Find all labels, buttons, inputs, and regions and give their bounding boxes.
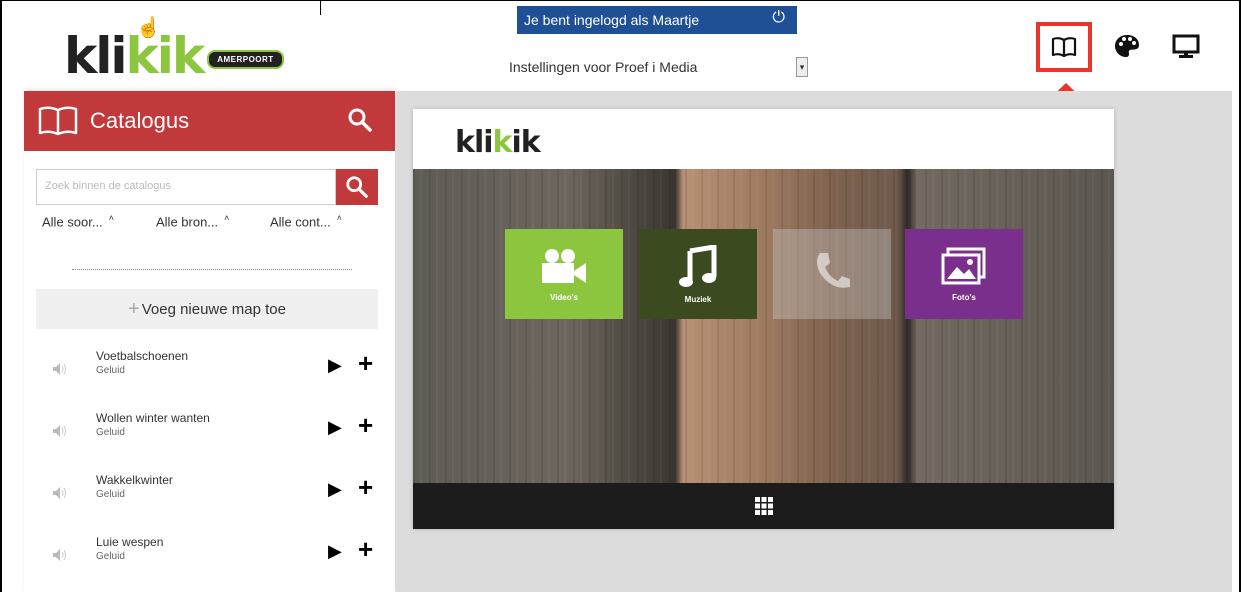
settings-row: Instellingen voor Proef i Media ▾ (509, 57, 808, 77)
add-icon[interactable]: + (358, 536, 373, 562)
play-icon[interactable]: ▶ (328, 479, 342, 500)
item-kind: Geluid (96, 427, 125, 438)
filter-source[interactable]: Alle bron... ˄ (156, 213, 229, 229)
item-name: Wakkelkwinter (96, 473, 173, 487)
bottom-bar (413, 483, 1114, 529)
music-note-icon (679, 244, 717, 287)
add-folder-button[interactable]: + Voeg nieuwe map toe (36, 289, 378, 329)
add-icon[interactable]: + (358, 474, 373, 500)
tile-videos[interactable]: Video's (505, 229, 623, 319)
login-banner: Je bent ingelogd als Maartje ⏻ (517, 6, 797, 34)
login-text: Je bent ingelogd als Maartje (524, 12, 700, 28)
item-name: Luie wespen (96, 535, 164, 549)
list-item[interactable]: Voetbalschoenen Geluid ▶ + (36, 349, 386, 399)
klikik-logo[interactable]: ☝ klikik AMERPOORT (64, 15, 284, 81)
play-icon[interactable]: ▶ (328, 541, 342, 562)
book-icon (38, 106, 78, 136)
divider (320, 1, 321, 15)
speaker-icon (52, 362, 68, 381)
tile-label: Foto's (952, 292, 976, 302)
tile-phone[interactable] (773, 229, 891, 319)
preview-area: klikik Video's Muziek Foto's (396, 91, 1232, 592)
logo-badge: AMERPOORT (207, 50, 284, 69)
catalog-sidebar: Catalogus Zoek binnen de catalogus Alle … (24, 91, 395, 592)
logout-power-icon[interactable]: ⏻ (772, 9, 785, 27)
filter-content[interactable]: Alle cont... ˄ (270, 213, 342, 229)
speaker-icon (52, 548, 68, 567)
speaker-icon (52, 424, 68, 443)
add-icon[interactable]: + (358, 412, 373, 438)
catalog-search-button[interactable] (336, 169, 378, 205)
device-preview: klikik Video's Muziek Foto's (413, 109, 1114, 529)
settings-label: Instellingen voor (509, 59, 611, 75)
pointer-hand-icon: ☝ (136, 17, 161, 39)
add-folder-label: Voeg nieuwe map toe (141, 300, 286, 318)
search-icon[interactable] (347, 107, 373, 133)
item-kind: Geluid (96, 489, 125, 500)
speaker-icon (52, 486, 68, 505)
logo-text: klikik (64, 27, 205, 85)
pictures-icon (941, 247, 986, 284)
play-icon[interactable]: ▶ (328, 417, 342, 438)
tile-music[interactable]: Muziek (639, 229, 757, 319)
item-name: Wollen winter wanten (96, 411, 210, 425)
settings-dropdown-arrow[interactable]: ▾ (796, 57, 808, 77)
plus-icon: + (128, 297, 140, 320)
item-name: Voetbalschoenen (96, 349, 189, 363)
search-icon (346, 176, 368, 198)
catalog-title: Catalogus (90, 108, 190, 133)
add-icon[interactable]: + (358, 350, 373, 376)
filter-type[interactable]: Alle soor... ˄ (42, 213, 114, 229)
video-camera-icon (542, 248, 586, 283)
grid-icon[interactable] (754, 496, 774, 516)
list-item[interactable]: Wakkelkwinter Geluid ▶ + (36, 473, 386, 523)
list-item[interactable]: Luie wespen Geluid ▶ + (36, 535, 386, 585)
item-kind: Geluid (96, 365, 125, 376)
tile-label: Muziek (684, 294, 712, 304)
play-icon[interactable]: ▶ (328, 355, 342, 376)
tile-photos[interactable]: Foto's (905, 229, 1023, 319)
screen: ☝ klikik AMERPOORT Je bent ingelogd als … (0, 0, 1241, 592)
monitor-icon[interactable] (1172, 33, 1200, 63)
catalog-button[interactable] (1036, 22, 1092, 72)
wood-background: Video's Muziek Foto's (413, 169, 1114, 483)
book-icon (1051, 37, 1077, 58)
separator (72, 269, 352, 270)
tile-label: Video's (550, 292, 578, 302)
phone-icon (817, 253, 850, 288)
palette-icon[interactable] (1114, 33, 1140, 63)
catalog-header: Catalogus (24, 91, 395, 151)
settings-select-value[interactable]: Proef i Media (615, 59, 697, 75)
preview-logo: klikik (455, 125, 541, 160)
catalog-search-input[interactable]: Zoek binnen de catalogus (36, 169, 336, 205)
list-item[interactable]: Wollen winter wanten Geluid ▶ + (36, 411, 386, 461)
item-kind: Geluid (96, 551, 125, 562)
